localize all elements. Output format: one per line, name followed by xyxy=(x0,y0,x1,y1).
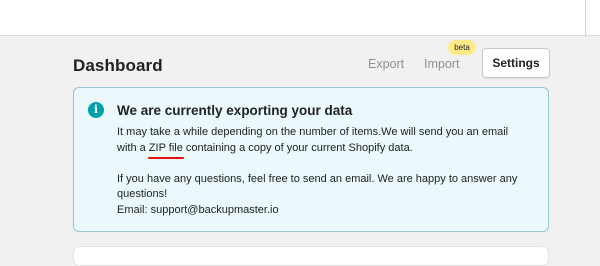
banner-body: It may take a while depending on the num… xyxy=(117,125,537,218)
banner-line-2-pre: with a xyxy=(117,141,149,154)
next-card xyxy=(73,246,549,266)
page-title: Dashboard xyxy=(73,56,163,75)
zip-file-text: ZIP file xyxy=(148,141,183,154)
banner-line-4: questions! xyxy=(117,188,168,200)
banner-line-2-post: containing a copy of your current Shopif… xyxy=(182,141,413,154)
top-bar xyxy=(0,0,600,36)
export-info-banner: i We are currently exporting your data I… xyxy=(73,87,549,232)
beta-badge: beta xyxy=(448,40,476,55)
banner-title: We are currently exporting your data xyxy=(117,103,353,118)
settings-button[interactable]: Settings xyxy=(482,48,550,78)
import-button[interactable]: Import xyxy=(424,57,459,71)
red-underline-annotation xyxy=(147,157,184,159)
info-icon: i xyxy=(88,102,104,118)
banner-line-1: It may take a while depending on the num… xyxy=(117,126,509,138)
zip-file-highlight: ZIP file xyxy=(147,141,184,159)
banner-line-3: If you have any questions, feel free to … xyxy=(117,172,518,185)
scrollbar-edge xyxy=(585,0,586,36)
banner-line-2: with a ZIP file containing a copy of you… xyxy=(117,141,537,159)
banner-email: Email: support@backupmaster.io xyxy=(117,203,279,216)
export-button[interactable]: Export xyxy=(368,57,404,71)
